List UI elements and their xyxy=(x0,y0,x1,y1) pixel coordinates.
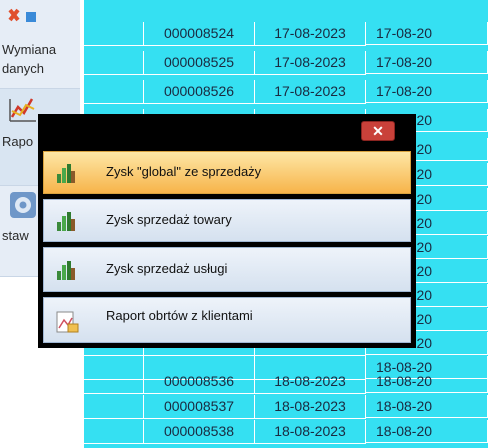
document-date-cell: 18-08-2023 xyxy=(255,395,366,419)
menu-item-label: Zysk sprzedaż towary xyxy=(106,212,232,227)
document-number-cell: 000008526 xyxy=(144,80,255,104)
row-selector-cell[interactable] xyxy=(84,51,144,75)
document-date-cell: 17-08-2023 xyxy=(255,22,366,46)
table-row[interactable]: 000008526 17-08-2023 17-08-20 xyxy=(84,80,488,104)
close-button[interactable]: ✕ xyxy=(361,121,395,141)
profit-chart-icon xyxy=(56,259,76,286)
profit-chart-icon xyxy=(56,210,76,237)
document-date-cell: 18-08-2023 xyxy=(255,420,366,444)
document-date-cell: 17-08-2023 xyxy=(255,80,366,104)
row-selector-cell[interactable] xyxy=(84,395,144,419)
document-number-cell: 000008538 xyxy=(144,420,255,444)
table-row[interactable]: 000008536 18-08-2023 18-08-20 xyxy=(84,370,488,394)
sidebar-item-data-exchange[interactable]: Wymiana danych xyxy=(0,0,80,89)
second-date-cell: 17-08-20 xyxy=(366,22,488,45)
close-icon: ✕ xyxy=(372,123,384,139)
client-report-icon xyxy=(56,310,80,339)
table-row[interactable]: 000008524 17-08-2023 17-08-20 xyxy=(84,22,488,46)
menu-item-goods-profit[interactable]: Zysk sprzedaż towary xyxy=(43,199,411,242)
second-date-cell: 18-08-20 xyxy=(366,395,488,418)
document-number-cell: 000008537 xyxy=(144,395,255,419)
second-date-cell: 18-08-20 xyxy=(366,420,488,443)
menu-item-label: Zysk sprzedaż usługi xyxy=(106,261,228,276)
sidebar-item-label: Wymiana danych xyxy=(2,42,57,76)
profit-chart-icon xyxy=(56,162,76,189)
menu-item-label: Raport obrtów z klientami xyxy=(106,308,253,323)
row-selector-cell[interactable] xyxy=(84,80,144,104)
document-number-cell: 000008525 xyxy=(144,51,255,75)
menu-item-services-profit[interactable]: Zysk sprzedaż usługi xyxy=(43,247,411,292)
sidebar-item-label: staw xyxy=(2,228,29,243)
second-date-cell: 18-08-20 xyxy=(366,370,488,393)
document-number-cell: 000008524 xyxy=(144,22,255,46)
menu-item-global-profit[interactable]: Zysk "global" ze sprzedaży xyxy=(43,151,411,194)
row-selector-cell[interactable] xyxy=(84,420,144,444)
table-row[interactable] xyxy=(84,0,488,22)
second-date-cell: 17-08-20 xyxy=(366,80,488,103)
document-number-cell: 000008536 xyxy=(144,370,255,394)
settings-gear-icon xyxy=(8,190,38,225)
chart-icon xyxy=(8,95,38,128)
row-selector-cell[interactable] xyxy=(84,370,144,394)
second-date-cell: 17-08-20 xyxy=(366,51,488,74)
menu-item-label: Zysk "global" ze sprzedaży xyxy=(106,164,262,179)
document-date-cell: 17-08-2023 xyxy=(255,51,366,75)
data-exchange-icon xyxy=(8,6,38,35)
sidebar-item-label: Rapo xyxy=(2,134,34,149)
table-row[interactable]: 000008537 18-08-2023 18-08-20 xyxy=(84,395,488,419)
row-selector-cell[interactable] xyxy=(84,22,144,46)
table-row[interactable]: 000008538 18-08-2023 18-08-20 xyxy=(84,420,488,444)
document-date-cell: 18-08-2023 xyxy=(255,370,366,394)
table-row[interactable]: 000008525 17-08-2023 17-08-20 xyxy=(84,51,488,75)
menu-item-client-report[interactable]: Raport obrtów z klientami xyxy=(43,297,411,343)
